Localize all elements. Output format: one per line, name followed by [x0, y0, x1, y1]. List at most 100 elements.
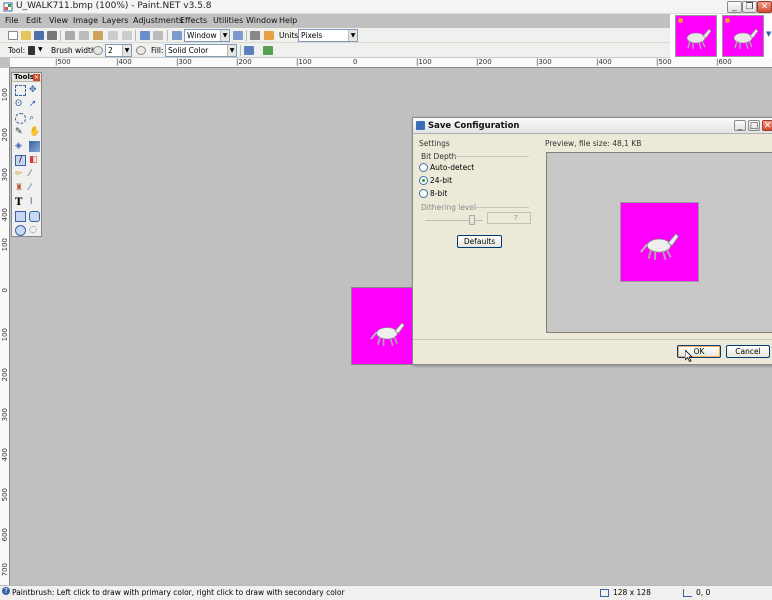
- zoom-in-icon[interactable]: [233, 31, 243, 40]
- status-cursor-position: 0, 0: [696, 588, 711, 597]
- menu-file[interactable]: File: [5, 16, 18, 25]
- text-tool-icon[interactable]: T: [15, 197, 26, 208]
- undo-icon[interactable]: [140, 31, 150, 40]
- zoom-icon[interactable]: [172, 31, 182, 40]
- grid-icon[interactable]: [250, 31, 260, 40]
- rectangle-tool-icon[interactable]: [15, 211, 26, 222]
- minimize-button[interactable]: _: [727, 1, 742, 13]
- menu-image[interactable]: Image: [73, 16, 98, 25]
- dialog-title-bar[interactable]: Save Configuration _ □ ✕: [413, 118, 772, 134]
- fill-label: Fill:: [151, 46, 164, 55]
- dialog-minimize-button[interactable]: _: [734, 120, 746, 131]
- color-picker-tool-icon[interactable]: ⁄: [29, 169, 40, 180]
- paste-icon[interactable]: [93, 31, 103, 40]
- image-canvas[interactable]: [351, 287, 413, 365]
- close-icon[interactable]: ✕: [33, 74, 40, 81]
- dithering-level-input[interactable]: 7: [487, 212, 531, 224]
- pan-tool-icon[interactable]: ✋: [29, 127, 40, 138]
- close-icon: ✕: [763, 121, 772, 131]
- freeform-shape-tool-icon[interactable]: ◌: [29, 225, 40, 236]
- rectangle-select-tool-icon[interactable]: [15, 85, 26, 96]
- zoom-select[interactable]: Window ▼: [184, 29, 230, 42]
- lasso-tool-icon[interactable]: ʘ: [15, 99, 26, 110]
- zoom-tool-icon[interactable]: ⌕: [29, 113, 40, 124]
- radio-24-bit[interactable]: [419, 176, 428, 185]
- ruler-label: 400: [1, 208, 9, 222]
- radio-auto-detect[interactable]: [419, 163, 428, 172]
- ruler-icon[interactable]: [264, 31, 274, 40]
- magic-wand-tool-icon[interactable]: ✎: [15, 127, 26, 138]
- ruler-label: 400: [1, 448, 9, 462]
- copy-icon[interactable]: [79, 31, 89, 40]
- defaults-button[interactable]: Defaults: [457, 235, 502, 248]
- vertical-ruler: 100 200 300 400 100 0 100 200 300 400 50…: [0, 68, 10, 585]
- status-bar: ? Paintbrush: Left click to draw with pr…: [0, 585, 772, 600]
- image-thumbnail-1[interactable]: [675, 15, 717, 57]
- minimize-icon: _: [737, 121, 743, 131]
- dialog-close-button[interactable]: ✕: [762, 120, 772, 131]
- paint-net-icon: [3, 2, 13, 12]
- menu-effects[interactable]: Effects: [180, 16, 207, 25]
- cut-icon[interactable]: [65, 31, 75, 40]
- menu-adjustments[interactable]: Adjustments: [133, 16, 183, 25]
- dithering-slider-thumb[interactable]: [469, 215, 475, 225]
- menu-view[interactable]: View: [49, 16, 68, 25]
- move-selection-tool-icon[interactable]: ✥: [29, 85, 40, 96]
- ellipse-select-tool-icon[interactable]: [15, 113, 26, 124]
- clone-stamp-tool-icon[interactable]: ♜: [15, 183, 26, 194]
- units-select[interactable]: Pixels ▼: [298, 29, 358, 42]
- modified-badge: [678, 18, 683, 23]
- rounded-rectangle-tool-icon[interactable]: [29, 211, 40, 222]
- chevron-down-icon[interactable]: ▼: [766, 30, 771, 38]
- save-icon[interactable]: [34, 31, 44, 40]
- eraser-tool-icon[interactable]: ◧: [29, 155, 40, 166]
- redo-icon[interactable]: [153, 31, 163, 40]
- crop-icon[interactable]: [108, 31, 118, 40]
- mouse-cursor-icon: [685, 350, 693, 362]
- ruler-label: 100: [1, 328, 9, 342]
- line-curve-tool-icon[interactable]: ⌇: [29, 197, 40, 208]
- ruler-label: 700: [1, 563, 9, 577]
- menu-window[interactable]: Window: [246, 16, 278, 25]
- brush-width-select[interactable]: 2 ▼: [105, 44, 132, 57]
- gradient-tool-icon[interactable]: [29, 141, 40, 152]
- image-thumbnail-2[interactable]: [722, 15, 764, 57]
- paint-bucket-tool-icon[interactable]: ◈: [15, 141, 26, 152]
- ruler-label: |200: [476, 58, 492, 66]
- recolor-tool-icon[interactable]: ⁄: [29, 183, 40, 194]
- cancel-button[interactable]: Cancel: [726, 345, 770, 358]
- menu-layers[interactable]: Layers: [102, 16, 128, 25]
- ruler-label: 100: [1, 238, 9, 252]
- antialiasing-icon[interactable]: [244, 46, 254, 55]
- ruler-label: |300: [536, 58, 552, 66]
- minimize-icon: _: [732, 2, 737, 12]
- decrease-icon[interactable]: [93, 46, 103, 55]
- ellipse-tool-icon[interactable]: [15, 225, 26, 236]
- chevron-down-icon[interactable]: ▼: [38, 46, 43, 53]
- paintbrush-tool-icon[interactable]: /: [15, 155, 26, 166]
- tool-options-toolbar: Tool: ▼ Brush width: 2 ▼ Fill: Solid Colo…: [0, 43, 670, 58]
- brush-width-label: Brush width:: [51, 46, 99, 55]
- dialog-maximize-button[interactable]: □: [748, 120, 760, 131]
- menu-utilities[interactable]: Utilities: [213, 16, 243, 25]
- new-icon[interactable]: [8, 31, 18, 40]
- tool-label: Tool:: [8, 46, 26, 55]
- move-tool-icon[interactable]: ➚: [29, 99, 40, 110]
- print-icon[interactable]: [47, 31, 57, 40]
- radio-8-bit[interactable]: [419, 189, 428, 198]
- pencil-tool-icon[interactable]: ✏: [15, 169, 26, 180]
- deselect-icon[interactable]: [122, 31, 132, 40]
- blend-mode-icon[interactable]: [263, 46, 273, 55]
- paintbrush-tool-icon[interactable]: [28, 46, 35, 55]
- open-icon[interactable]: [21, 31, 31, 40]
- close-button[interactable]: ✕: [757, 1, 772, 13]
- ruler-label: 0: [1, 288, 9, 293]
- menu-edit[interactable]: Edit: [26, 16, 42, 25]
- menu-help[interactable]: Help: [279, 16, 297, 25]
- ok-button[interactable]: OK: [677, 345, 721, 358]
- increase-icon[interactable]: [136, 46, 146, 55]
- ruler-label: |300: [176, 58, 192, 66]
- radio-label-auto-detect: Auto-detect: [430, 163, 475, 172]
- maximize-button[interactable]: ❐: [742, 1, 757, 13]
- fill-select[interactable]: Solid Color ▼: [165, 44, 237, 57]
